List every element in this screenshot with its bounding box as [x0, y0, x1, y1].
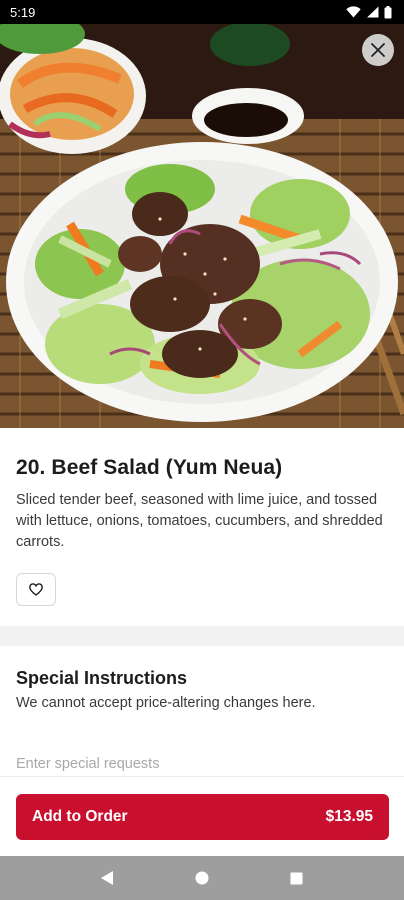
order-footer: Add to Order $13.95 — [0, 776, 404, 856]
item-description: Sliced tender beef, seasoned with lime j… — [16, 492, 383, 550]
nav-home-button[interactable] — [190, 866, 214, 890]
cellular-signal-icon — [367, 6, 379, 18]
special-instructions-section: Special Instructions We cannot accept pr… — [0, 646, 404, 778]
add-to-order-button[interactable]: Add to Order $13.95 — [16, 794, 389, 840]
special-requests-input[interactable] — [16, 750, 388, 778]
close-icon — [371, 43, 385, 57]
wifi-icon — [346, 6, 361, 18]
item-details: 20. Beef Salad (Yum Neua) Sliced tender … — [0, 428, 404, 778]
section-divider — [0, 626, 404, 646]
special-instructions-note: We cannot accept price-altering changes … — [16, 695, 316, 711]
nav-recents-button[interactable] — [285, 866, 309, 890]
close-button[interactable] — [362, 34, 394, 66]
item-title: 20. Beef Salad (Yum Neua) — [16, 456, 283, 479]
heart-outline-icon — [29, 583, 43, 596]
add-to-order-label: Add to Order — [32, 808, 128, 825]
status-time: 5:19 — [10, 4, 36, 20]
item-price: $13.95 — [325, 808, 373, 825]
status-icons — [346, 5, 392, 19]
battery-icon — [384, 5, 392, 18]
recents-square-icon — [290, 872, 303, 884]
special-instructions-title: Special Instructions — [16, 668, 188, 688]
home-circle-icon — [195, 871, 209, 885]
favorite-button[interactable] — [16, 573, 56, 606]
item-photo — [0, 24, 404, 428]
system-navigation-bar — [0, 856, 404, 900]
beef-salad-illustration — [0, 24, 404, 428]
back-triangle-icon — [101, 871, 114, 885]
status-bar: 5:19 — [0, 0, 404, 24]
nav-back-button[interactable] — [95, 866, 119, 890]
